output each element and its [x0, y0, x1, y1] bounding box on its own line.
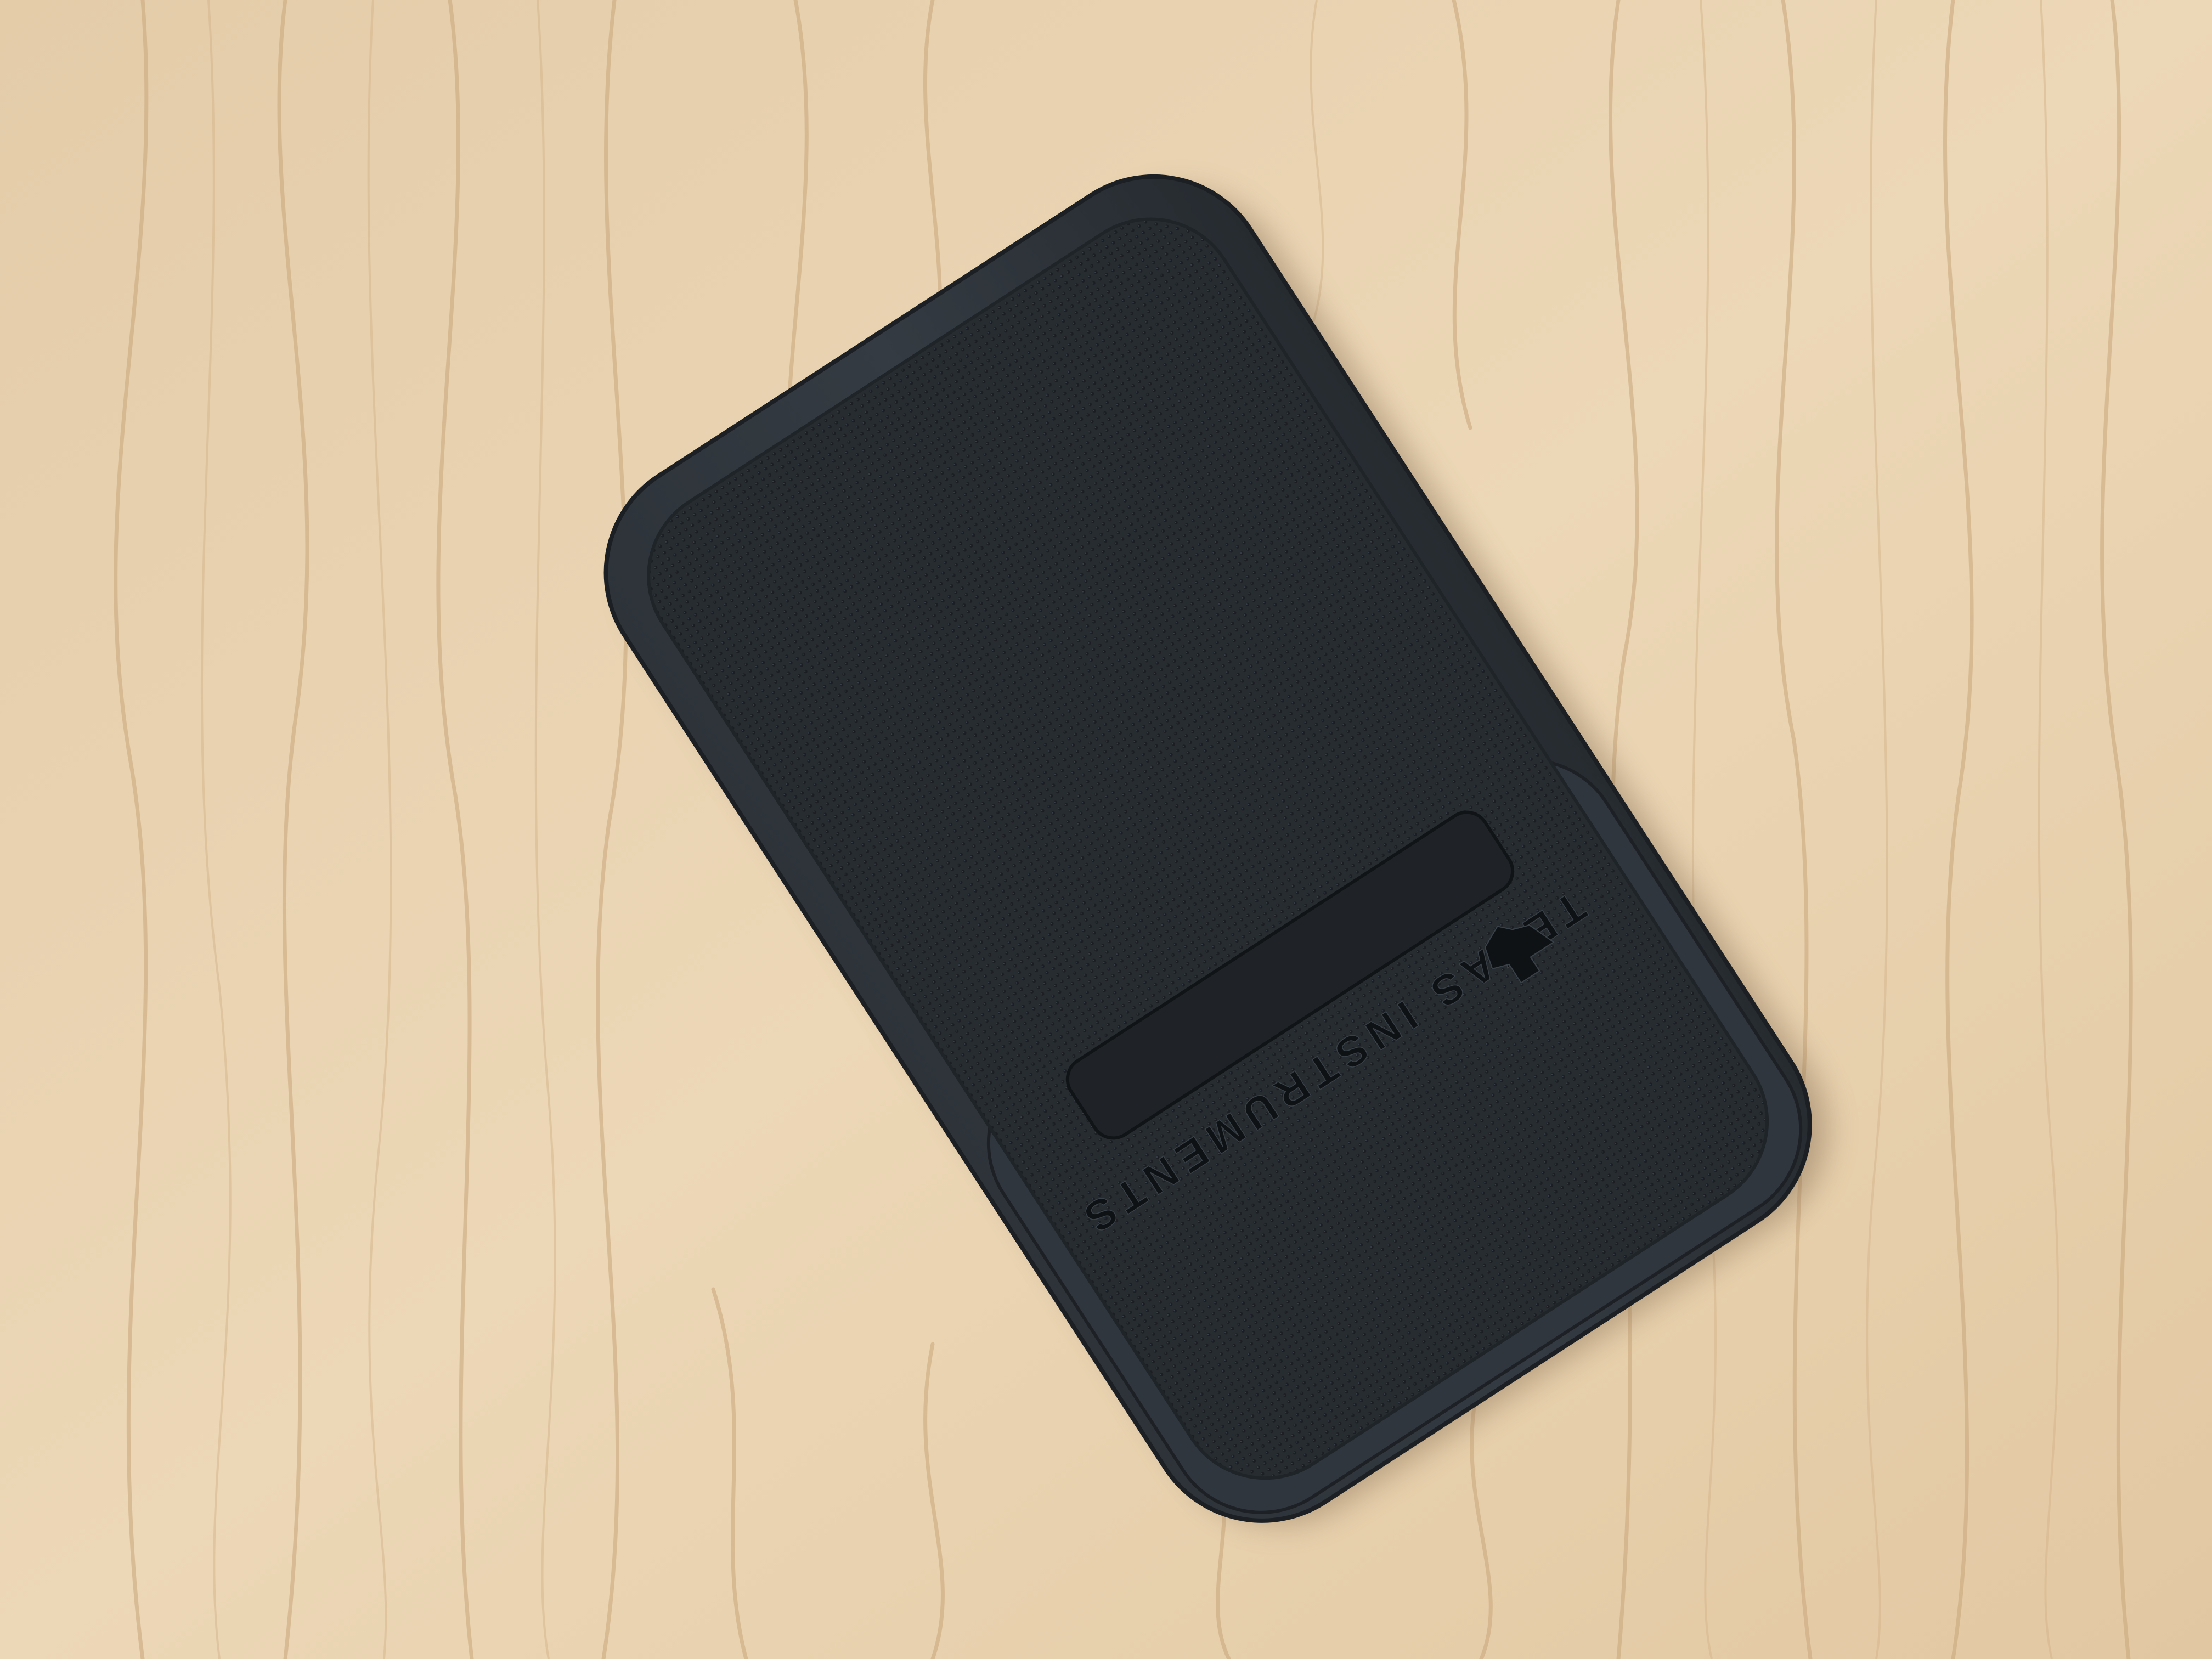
photo: TEXAS INSTRUMENTS — [0, 0, 2212, 1659]
